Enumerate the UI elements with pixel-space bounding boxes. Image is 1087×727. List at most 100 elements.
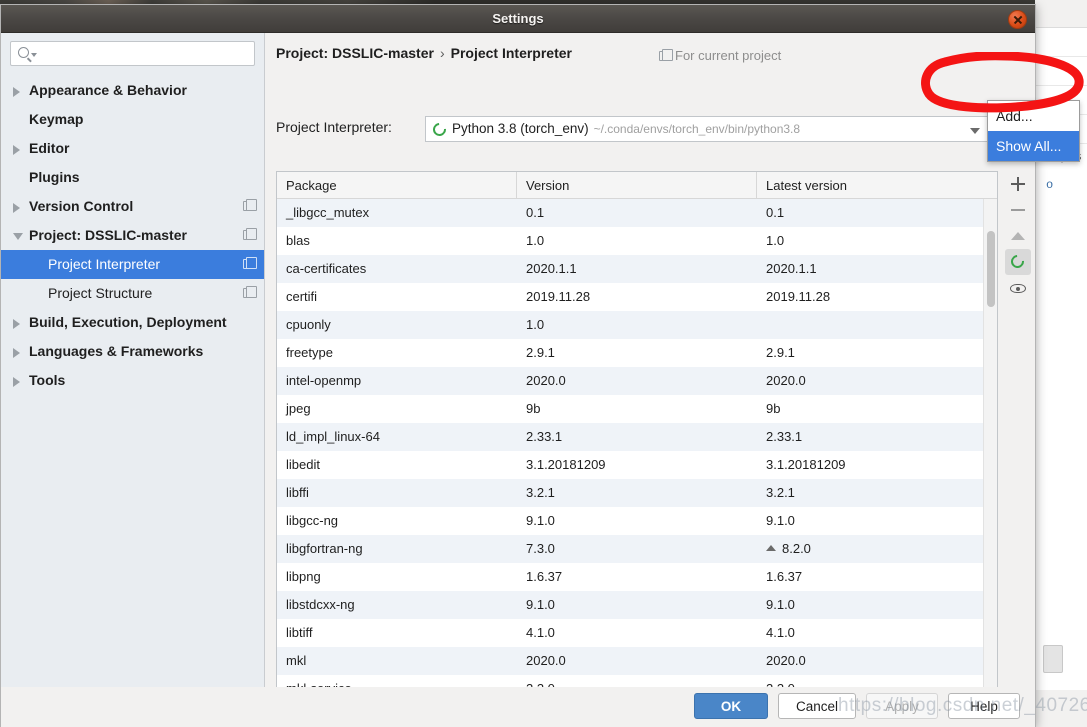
cell-version: 2020.0 bbox=[526, 653, 566, 668]
chevron-right-icon[interactable] bbox=[13, 203, 20, 213]
sidebar-item-label: Keymap bbox=[29, 111, 84, 127]
settings-sidebar: Appearance & Behavior Keymap Editor Plugins… bbox=[1, 33, 265, 687]
sidebar-item-project-dsslic-master[interactable]: Project: DSSLIC-master bbox=[1, 221, 264, 250]
sidebar-item-label: Appearance & Behavior bbox=[29, 82, 187, 98]
cell-version: 9b bbox=[526, 401, 541, 416]
interpreter-value: Python 3.8 (torch_env) ~/.conda/envs/torc… bbox=[452, 121, 800, 136]
column-header-version[interactable]: Version bbox=[517, 172, 757, 198]
sidebar-item-appearance-behavior[interactable]: Appearance & Behavior bbox=[1, 76, 264, 105]
page-copy-icon bbox=[243, 199, 257, 211]
cell-latest-version: 2.33.1 bbox=[766, 429, 803, 444]
interpreter-combobox[interactable]: Python 3.8 (torch_env) ~/.conda/envs/torc… bbox=[425, 116, 991, 142]
sidebar-item-label: Project Interpreter bbox=[48, 256, 161, 272]
cell-version: 0.1 bbox=[526, 205, 545, 220]
table-row[interactable]: libpng 1.6.37 1.6.37 bbox=[277, 563, 997, 591]
eye-icon-glyph bbox=[1010, 284, 1026, 293]
chevron-right-icon[interactable] bbox=[13, 377, 20, 387]
dialog-title: Settings bbox=[492, 11, 544, 26]
chevron-right-icon[interactable] bbox=[13, 319, 20, 329]
cell-package: blas bbox=[286, 233, 310, 248]
breadcrumb-root[interactable]: Project: DSSLIC-master bbox=[276, 45, 434, 61]
sidebar-item-project-interpreter[interactable]: Project Interpreter bbox=[1, 250, 264, 279]
sidebar-item-label: Languages & Frameworks bbox=[29, 343, 204, 359]
package-table-body: _libgcc_mutex 0.1 0.1 blas 1.0 1.0 ca-certific… bbox=[277, 199, 997, 705]
table-row[interactable]: libtiff 4.1.0 4.1.0 bbox=[277, 619, 997, 647]
table-row[interactable]: ld_impl_linux-64 2.33.1 2.33.1 bbox=[277, 423, 997, 451]
chevron-right-icon[interactable] bbox=[13, 87, 20, 97]
cell-version: 1.6.37 bbox=[526, 569, 563, 584]
cell-latest-version: 3.1.20181209 bbox=[766, 457, 846, 472]
search-box[interactable] bbox=[10, 41, 255, 66]
column-header-package[interactable]: Package bbox=[277, 172, 517, 198]
chevron-right-icon[interactable] bbox=[13, 348, 20, 358]
table-row[interactable]: libgcc-ng 9.1.0 9.1.0 bbox=[277, 507, 997, 535]
table-row[interactable]: libstdcxx-ng 9.1.0 9.1.0 bbox=[277, 591, 997, 619]
table-row[interactable]: jpeg 9b 9b bbox=[277, 395, 997, 423]
chevron-down-icon[interactable] bbox=[970, 128, 980, 134]
cell-package: libpng bbox=[286, 569, 321, 584]
cell-version: 2019.11.28 bbox=[526, 289, 591, 304]
table-row[interactable]: blas 1.0 1.0 bbox=[277, 227, 997, 255]
package-table-header: Package Version Latest version bbox=[277, 172, 997, 199]
table-row[interactable]: ca-certificates 2020.1.1 2020.1.1 bbox=[277, 255, 997, 283]
sidebar-item-label: Tools bbox=[29, 372, 66, 388]
plus-icon[interactable] bbox=[1005, 171, 1031, 197]
background-tool-tab[interactable] bbox=[1043, 645, 1063, 673]
table-row[interactable]: libgfortran-ng 7.3.0 8.2.0 bbox=[277, 535, 997, 563]
sidebar-item-version-control[interactable]: Version Control bbox=[1, 192, 264, 221]
package-table: Package Version Latest version _libgcc_mut… bbox=[276, 171, 998, 706]
eye-icon[interactable] bbox=[1005, 275, 1031, 301]
minus-icon[interactable] bbox=[1005, 197, 1031, 223]
table-row[interactable]: mkl 2020.0 2020.0 bbox=[277, 647, 997, 675]
conda-env-icon[interactable] bbox=[1005, 249, 1031, 275]
sidebar-item-tools[interactable]: Tools bbox=[1, 366, 264, 395]
cell-package: libgfortran-ng bbox=[286, 541, 363, 556]
chevron-right-icon[interactable] bbox=[13, 145, 20, 155]
ok-button[interactable]: OK bbox=[694, 693, 768, 719]
cancel-button[interactable]: Cancel bbox=[778, 693, 856, 719]
scrollbar-thumb[interactable] bbox=[987, 231, 995, 307]
page-copy-icon bbox=[243, 228, 257, 240]
table-row[interactable]: intel-openmp 2020.0 2020.0 bbox=[277, 367, 997, 395]
sidebar-item-build-execution-deployment[interactable]: Build, Execution, Deployment bbox=[1, 308, 264, 337]
cell-version: 9.1.0 bbox=[526, 513, 555, 528]
table-row[interactable]: freetype 2.9.1 2.9.1 bbox=[277, 339, 997, 367]
upgrade-arrow-icon[interactable] bbox=[1005, 223, 1031, 249]
background-toolbar bbox=[1035, 0, 1087, 28]
dialog-body: Appearance & Behavior Keymap Editor Plugins… bbox=[1, 33, 1080, 727]
cell-latest-version: 9b bbox=[766, 401, 781, 416]
table-row[interactable]: cpuonly 1.0 bbox=[277, 311, 997, 339]
cell-version: 3.1.20181209 bbox=[526, 457, 606, 472]
sidebar-item-keymap[interactable]: Keymap bbox=[1, 105, 264, 134]
page-copy-icon bbox=[243, 257, 257, 269]
sidebar-item-project-structure[interactable]: Project Structure bbox=[1, 279, 264, 308]
close-icon[interactable] bbox=[1008, 10, 1027, 29]
sidebar-item-languages-frameworks[interactable]: Languages & Frameworks bbox=[1, 337, 264, 366]
sidebar-item-editor[interactable]: Editor bbox=[1, 134, 264, 163]
sidebar-item-label: Build, Execution, Deployment bbox=[29, 314, 227, 330]
help-button[interactable]: Help bbox=[948, 693, 1020, 719]
table-row[interactable]: certifi 2019.11.28 2019.11.28 bbox=[277, 283, 997, 311]
cell-latest-version: 2019.11.28 bbox=[766, 289, 831, 304]
search-input[interactable] bbox=[41, 42, 251, 65]
chevron-down-icon[interactable] bbox=[13, 233, 23, 245]
cell-package: certifi bbox=[286, 289, 318, 304]
cell-latest-version: 1.0 bbox=[766, 233, 785, 248]
cell-version: 2020.1.1 bbox=[526, 261, 577, 276]
conda-env-icon bbox=[430, 120, 449, 139]
conda-env-icon-glyph bbox=[1008, 252, 1027, 271]
cell-latest-version: 9.1.0 bbox=[766, 597, 795, 612]
menu-item-show-all[interactable]: Show All... bbox=[988, 131, 1079, 161]
table-row[interactable]: libffi 3.2.1 3.2.1 bbox=[277, 479, 997, 507]
upgrade-arrow-icon-glyph bbox=[1011, 232, 1025, 240]
table-row[interactable]: libedit 3.1.20181209 3.1.20181209 bbox=[277, 451, 997, 479]
column-header-latest-version[interactable]: Latest version bbox=[757, 172, 995, 198]
cell-latest-version bbox=[757, 311, 995, 339]
interpreter-label: Project Interpreter: bbox=[276, 119, 392, 135]
sidebar-item-plugins[interactable]: Plugins bbox=[1, 163, 264, 192]
package-table-scrollbar[interactable] bbox=[983, 199, 997, 705]
menu-item-add[interactable]: Add... bbox=[988, 101, 1079, 131]
table-row[interactable]: _libgcc_mutex 0.1 0.1 bbox=[277, 199, 997, 227]
screenshot-root: capes r o Settings Appearance & Behavior… bbox=[0, 0, 1087, 727]
cell-package: ca-certificates bbox=[286, 261, 367, 276]
